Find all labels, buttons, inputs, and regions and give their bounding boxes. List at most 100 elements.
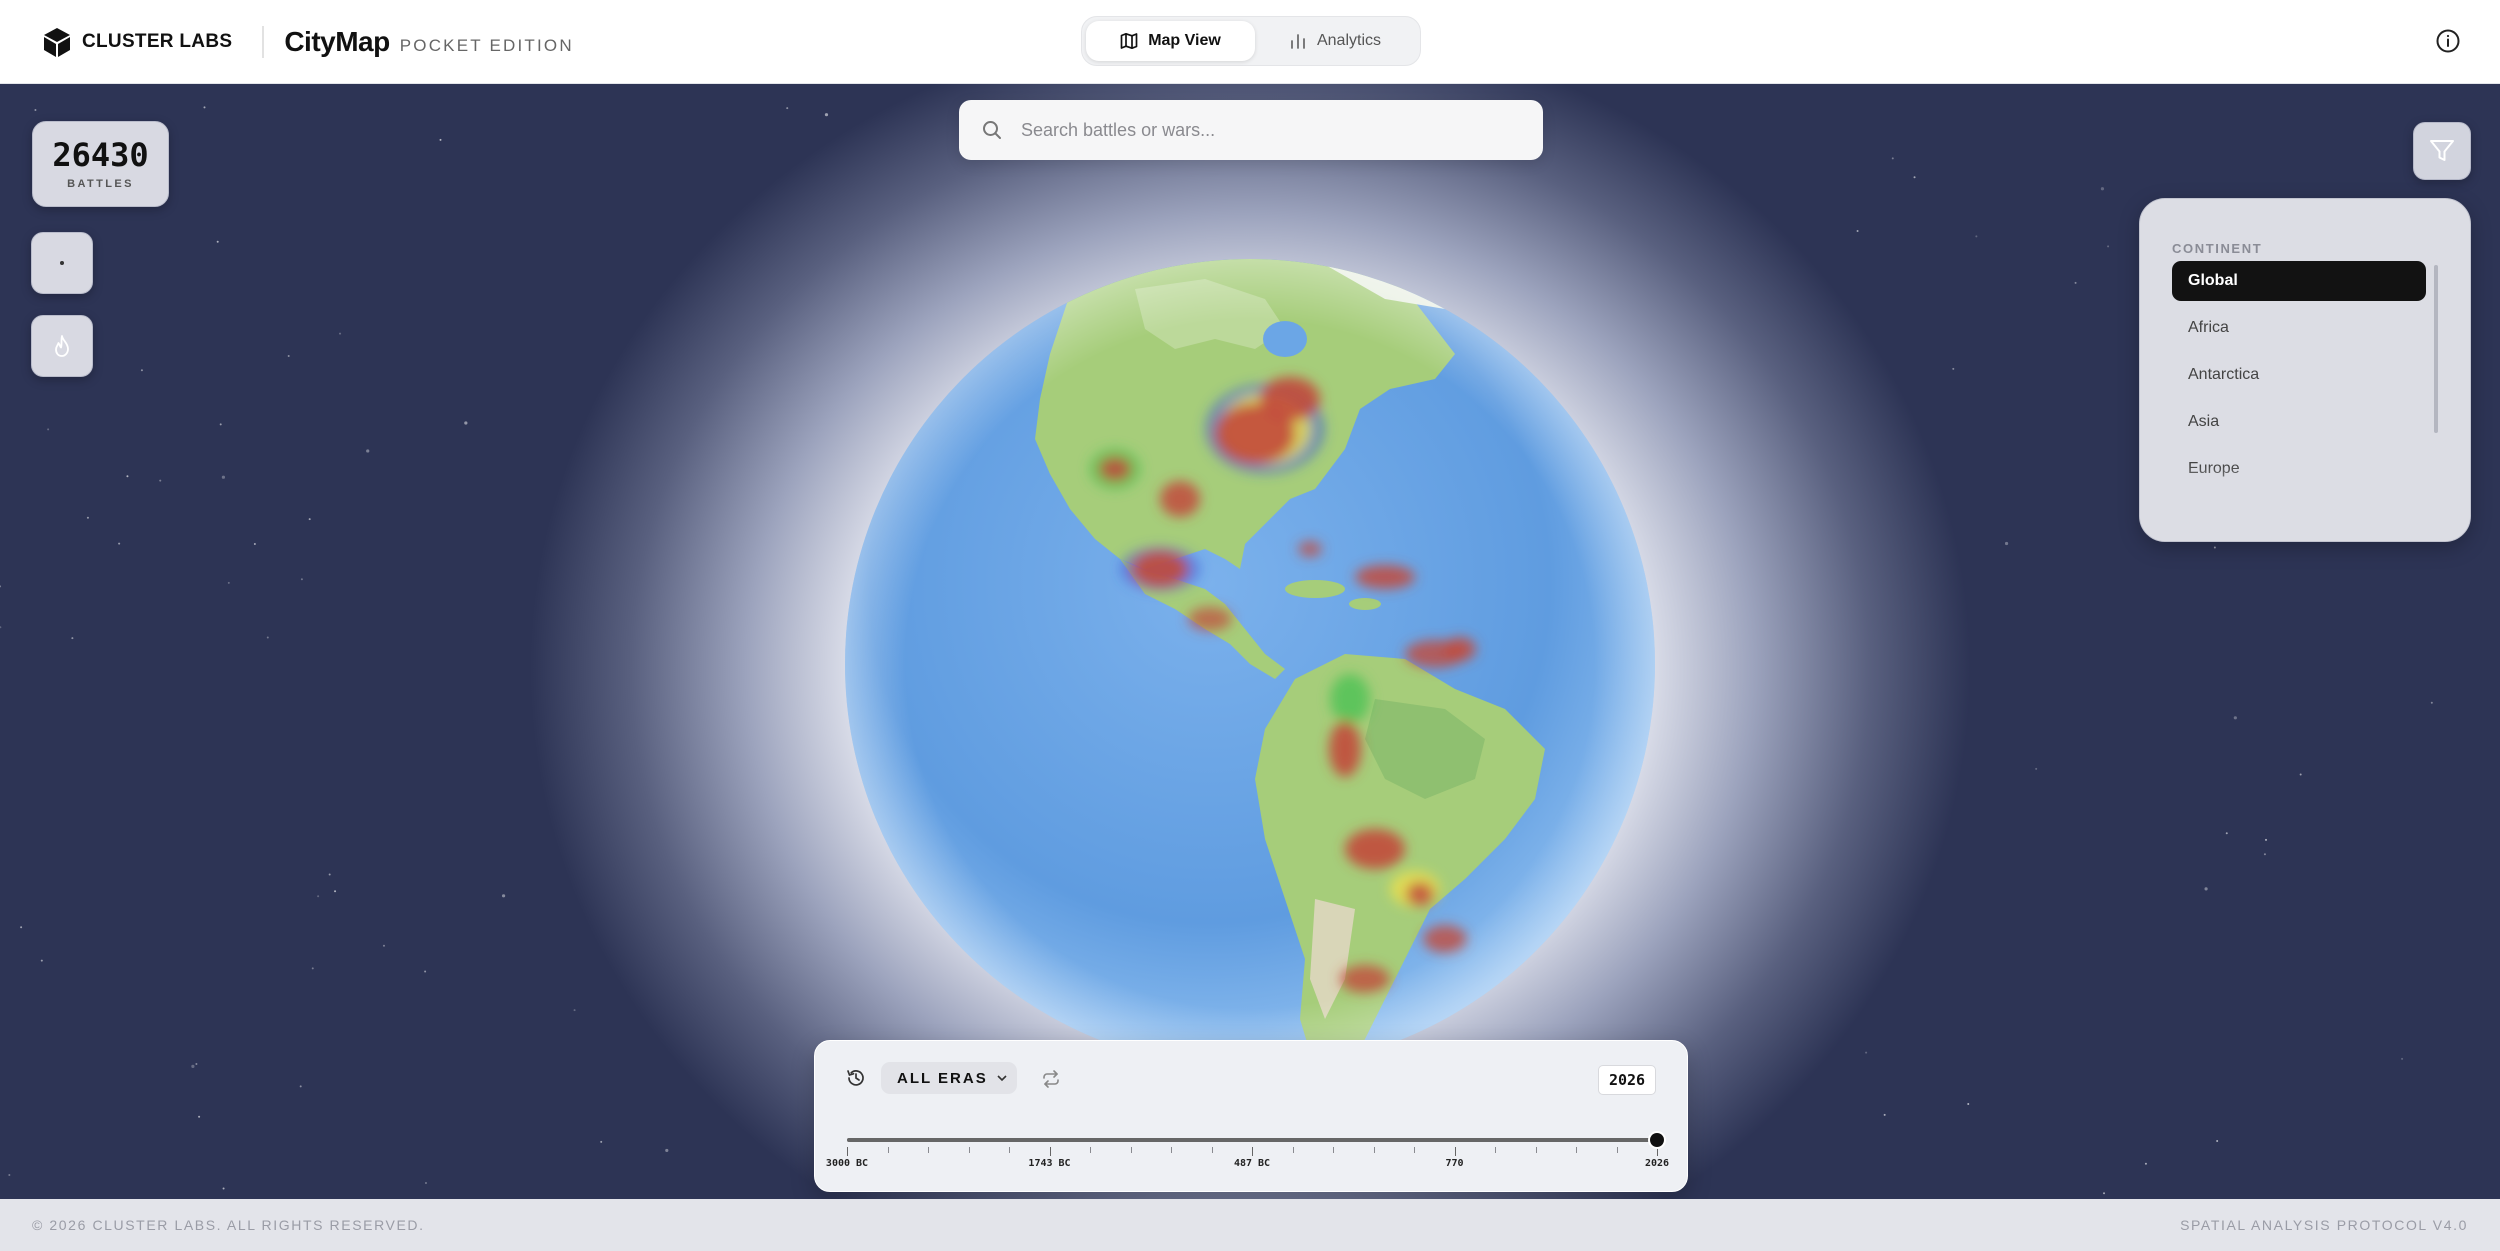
tab-analytics[interactable]: Analytics (1255, 21, 1415, 61)
star (2401, 1057, 2404, 1060)
star (2144, 1162, 2147, 1165)
timeline-major-tick (1454, 1147, 1456, 1156)
map-canvas[interactable]: 26430 BATTLES CONTINENT Global Africa An… (0, 84, 2500, 1199)
heatmap-layer-button[interactable] (31, 315, 93, 377)
timeline-minor-tick (1171, 1147, 1172, 1153)
timeline-minor-tick (1495, 1147, 1496, 1153)
star (366, 449, 370, 453)
star (1883, 1113, 1886, 1116)
filter-button[interactable] (2413, 122, 2471, 180)
tab-map-view-label: Map View (1148, 32, 1221, 49)
star (786, 107, 789, 110)
continent-filter-panel: CONTINENT Global Africa Antarctica Asia … (2139, 198, 2471, 542)
continent-heading: CONTINENT (2172, 241, 2263, 256)
continent-item-africa[interactable]: Africa (2172, 308, 2426, 348)
star (464, 421, 468, 425)
timeline-minor-tick (928, 1147, 929, 1153)
protocol-text: SPATIAL ANALYSIS PROTOCOL V4.0 (2180, 1217, 2468, 1233)
era-dropdown-label: ALL ERAS (897, 1069, 988, 1087)
timeline-minor-tick (1535, 1147, 1537, 1153)
star (299, 1085, 302, 1088)
star (573, 1009, 576, 1012)
star (2233, 716, 2237, 720)
battle-count: 26430 (52, 136, 149, 174)
star (86, 516, 89, 519)
chevron-down-icon (997, 1075, 1007, 1082)
timeline-track[interactable] (847, 1138, 1657, 1142)
star (126, 475, 129, 478)
star (2100, 187, 2105, 191)
star (1975, 235, 1978, 238)
current-year: 2026 (1598, 1065, 1656, 1095)
loop-icon[interactable] (1041, 1069, 1061, 1089)
app-subtitle: POCKET EDITION (399, 36, 574, 55)
star (1891, 157, 1894, 160)
star (2035, 767, 2038, 770)
brand[interactable]: CLUSTER LABS CityMap POCKET EDITION (42, 24, 574, 60)
search-bar[interactable] (959, 100, 1543, 160)
star (216, 240, 219, 243)
star (71, 637, 74, 640)
star (382, 944, 385, 947)
star (501, 894, 506, 898)
star (2204, 887, 2208, 891)
timeline-minor-tick (1090, 1147, 1091, 1153)
star (118, 542, 121, 545)
star (1913, 176, 1916, 179)
list-fade (2140, 465, 2470, 541)
points-layer-button[interactable] (31, 232, 93, 294)
search-input[interactable] (1021, 119, 1501, 141)
brand-name: CLUSTER LABS (82, 31, 233, 52)
star (8, 1173, 11, 1176)
star (266, 636, 269, 639)
info-icon[interactable] (2434, 27, 2462, 55)
star (424, 970, 427, 973)
globe[interactable] (845, 259, 1655, 1069)
star (2074, 281, 2077, 284)
timeline-tick-label: 3000 BC (825, 1158, 869, 1169)
timeline-slider-thumb[interactable] (1650, 1133, 1664, 1147)
map-icon (1120, 32, 1138, 50)
battle-count-card: 26430 BATTLES (32, 121, 169, 207)
app-title: CityMap (284, 26, 390, 57)
star (334, 890, 337, 893)
timeline-major-tick (847, 1147, 848, 1156)
star (2265, 838, 2268, 841)
timeline-major-tick (1049, 1147, 1051, 1156)
star (665, 1148, 669, 1153)
timeline-minor-tick (1576, 1147, 1577, 1153)
star (0, 585, 2, 588)
star (227, 581, 230, 584)
star (40, 959, 43, 962)
star (140, 369, 143, 372)
timeline-tick-label: 1743 BC (1028, 1158, 1071, 1169)
star (2004, 541, 2009, 546)
star (0, 626, 2, 629)
cube-logo-icon (44, 28, 70, 57)
tab-map-view[interactable]: Map View (1086, 21, 1255, 61)
star (2263, 853, 2266, 856)
battle-count-label: BATTLES (67, 178, 134, 190)
star (253, 542, 256, 545)
star (308, 518, 311, 521)
copyright-text: © 2026 CLUSTER LABS. ALL RIGHTS RESERVED… (32, 1217, 425, 1233)
timeline-minor-tick (1292, 1147, 1294, 1153)
timeline-minor-tick (1333, 1147, 1334, 1153)
history-icon[interactable] (845, 1067, 867, 1089)
star (198, 1115, 201, 1118)
timeline-tick-label: 770 (1445, 1158, 1464, 1169)
star (328, 873, 331, 876)
era-dropdown[interactable]: ALL ERAS (881, 1062, 1017, 1094)
star (2103, 1192, 2106, 1195)
filter-icon (2430, 140, 2454, 161)
continent-item-asia[interactable]: Asia (2172, 402, 2426, 442)
star (1865, 1051, 1868, 1054)
star (311, 967, 314, 970)
continent-scrollbar[interactable] (2434, 265, 2438, 433)
timeline-minor-tick (1414, 1147, 1415, 1153)
star (2225, 832, 2228, 835)
timeline-minor-tick (1130, 1147, 1132, 1153)
star (2216, 1139, 2219, 1142)
continent-item-antarctica[interactable]: Antarctica (2172, 355, 2426, 395)
continent-item-global[interactable]: Global (2172, 261, 2426, 301)
